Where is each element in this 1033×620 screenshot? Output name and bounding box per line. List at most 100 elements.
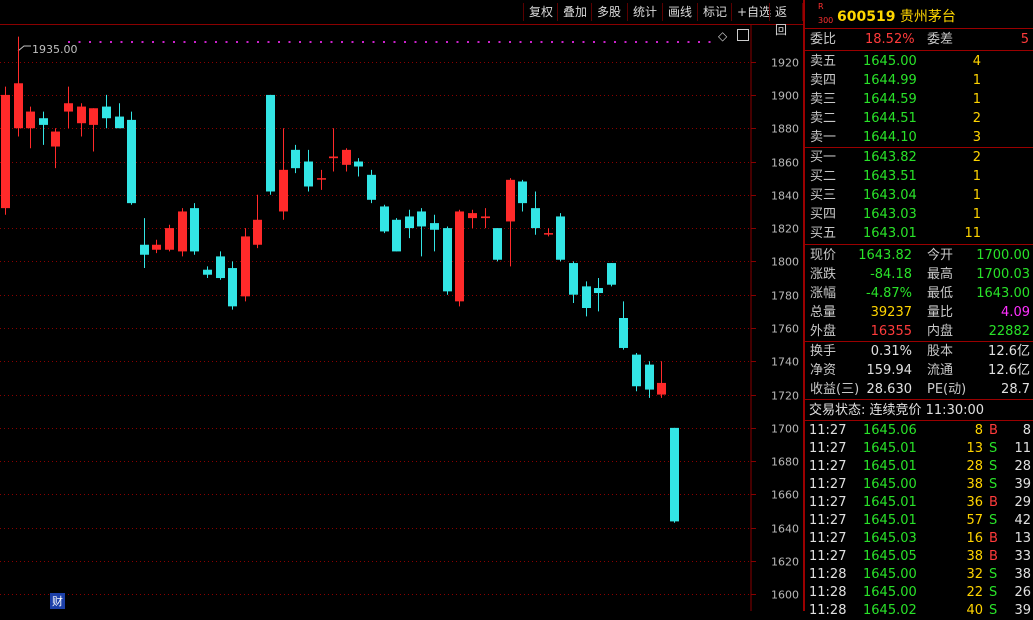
candle-up: [342, 149, 351, 165]
marker-dot: [708, 41, 711, 43]
tick-time: 11:27: [809, 459, 847, 474]
bid-row[interactable]: 买二 1643.51 1: [805, 167, 1033, 186]
tick-price: 1645.00: [863, 585, 917, 600]
marker-dot: [351, 41, 354, 43]
tick-row[interactable]: 11:28 1645.00 32 S 38: [805, 566, 1033, 584]
candle-down: [380, 206, 389, 232]
multi-stock-button[interactable]: 多股: [591, 3, 626, 21]
candle-up: [279, 169, 288, 212]
tick-row[interactable]: 11:28 1645.00 22 S 26: [805, 584, 1033, 602]
tick-row[interactable]: 11:27 1645.01 13 S 11: [805, 440, 1033, 458]
stat-label: 量比: [927, 305, 954, 320]
draw-line-button[interactable]: 画线: [662, 3, 697, 21]
tick-time: 11:28: [809, 603, 847, 618]
r-badge: R: [818, 2, 824, 11]
candle-down: [569, 263, 578, 295]
ask-label: 卖二: [810, 111, 837, 126]
y-tick-label: 1760: [771, 323, 799, 336]
tick-direction: B: [989, 423, 998, 438]
marker-dot: [89, 41, 91, 43]
tick-direction: B: [989, 531, 998, 546]
candle-down: [203, 269, 212, 275]
candle-up: [455, 211, 464, 302]
stat-label: PE(动): [927, 382, 967, 397]
ask-row[interactable]: 卖五 1645.00 4: [805, 52, 1033, 71]
tick-row[interactable]: 11:27 1645.01 28 S 28: [805, 458, 1033, 476]
ask-row[interactable]: 卖二 1644.51 2: [805, 109, 1033, 128]
candle-up: [329, 156, 338, 159]
tick-volume: 38: [966, 549, 983, 564]
ask-row[interactable]: 卖一 1644.10 3: [805, 128, 1033, 147]
marker-dot: [299, 41, 301, 43]
tick-row[interactable]: 11:27 1645.01 36 B 29: [805, 494, 1033, 512]
ask-label: 卖四: [810, 73, 837, 88]
window-toggle-icon[interactable]: [737, 29, 749, 41]
candle-down: [127, 119, 136, 204]
tick-price: 1645.01: [863, 441, 917, 456]
marker-dot: [383, 41, 385, 43]
restore-rights-button[interactable]: 复权: [523, 3, 558, 21]
bid-row[interactable]: 买五 1643.01 11: [805, 224, 1033, 243]
marker-dot: [99, 41, 102, 43]
y-tick-label: 1840: [771, 190, 799, 203]
stock-title: 600519 贵州茅台: [837, 6, 956, 26]
candle-up: [253, 219, 262, 245]
candlestick-chart[interactable]: 1600 1620 1640 1660 1680 1700 1720 1740 1760 1780…: [0, 25, 803, 611]
candle-up: [241, 236, 250, 297]
tick-row[interactable]: 11:27 1645.06 8 B 8: [805, 422, 1033, 440]
tick-row[interactable]: 11:27 1645.03 16 B 13: [805, 530, 1033, 548]
tick-volume: 36: [966, 495, 983, 510]
statistics-button[interactable]: 统计: [627, 3, 662, 21]
weibi-label: 委比: [810, 32, 837, 47]
tick-time: 11:27: [809, 441, 847, 456]
bid-row[interactable]: 买三 1643.04 1: [805, 186, 1033, 205]
stat-row: 外盘 16355 内盘 22882: [805, 322, 1033, 341]
ask-row[interactable]: 卖四 1644.99 1: [805, 71, 1033, 90]
marker-dot: [372, 41, 375, 43]
marker-dot: [635, 41, 637, 43]
stat-label: 最高: [927, 267, 954, 282]
tick-price: 1645.01: [863, 495, 917, 510]
marker-dot: [498, 41, 501, 43]
chart-toolbar: 复权 叠加 多股 统计 画线 标记 +自选 返回: [0, 0, 803, 37]
marker-dot: [645, 41, 648, 43]
stat-label: 总量: [810, 305, 837, 320]
tick-row[interactable]: 11:27 1645.00 38 S 39: [805, 476, 1033, 494]
overlay-button[interactable]: 叠加: [557, 3, 592, 21]
bid-label: 买三: [810, 188, 837, 203]
tick-count: 29: [1014, 495, 1031, 510]
bid-price: 1643.04: [863, 188, 917, 203]
candle-down: [190, 208, 199, 252]
stat-row: 涨幅 -4.87% 最低 1643.00: [805, 284, 1033, 303]
tick-row[interactable]: 11:27 1645.01 57 S 42: [805, 512, 1033, 530]
bid-row[interactable]: 买四 1643.03 1: [805, 205, 1033, 224]
ask-row[interactable]: 卖三 1644.59 1: [805, 90, 1033, 109]
stat-value: -84.18: [870, 267, 912, 282]
tick-price: 1645.00: [863, 567, 917, 582]
tick-row[interactable]: 11:28 1645.02 40 S 39: [805, 602, 1033, 620]
marker-dot: [236, 41, 238, 43]
candle-down: [582, 286, 591, 309]
finance-badge[interactable]: 财: [50, 593, 65, 609]
back-button[interactable]: 返回: [769, 3, 803, 37]
stat-value: 28.7: [1001, 382, 1030, 397]
diamond-icon[interactable]: ◇: [718, 29, 727, 43]
mark-button[interactable]: 标记: [697, 3, 732, 21]
y-tick-label: 1600: [771, 589, 799, 602]
marker-dot: [152, 41, 154, 43]
y-tick-label: 1700: [771, 423, 799, 436]
candle-down: [228, 268, 237, 307]
marker-dot: [477, 41, 480, 43]
stat-value: 12.6亿: [988, 363, 1030, 378]
tick-row[interactable]: 11:27 1645.05 38 B 33: [805, 548, 1033, 566]
stat-label: 净资: [810, 363, 837, 378]
stat-label: 内盘: [927, 324, 954, 339]
top-price-leader: [17, 45, 31, 52]
ask-price: 1644.51: [863, 111, 917, 126]
bid-row[interactable]: 买一 1643.82 2: [805, 148, 1033, 167]
candle-up: [1, 94, 10, 209]
marker-dot: [131, 41, 133, 43]
chart-canvas[interactable]: 1600 1620 1640 1660 1680 1700 1720 1740 1760 1780…: [0, 25, 803, 611]
tick-price: 1645.01: [863, 459, 917, 474]
candle-down: [405, 216, 414, 229]
